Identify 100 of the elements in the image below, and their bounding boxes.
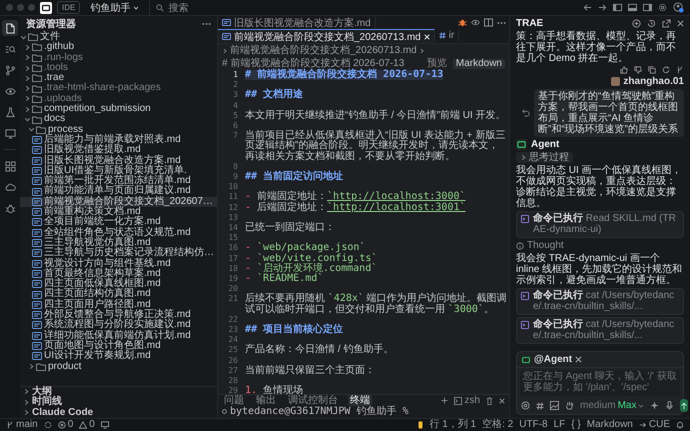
model-selector[interactable]: medium Max (580, 400, 644, 411)
folder-item[interactable]: docs (20, 114, 217, 125)
shell-selector[interactable]: zsh (454, 395, 480, 406)
status-item[interactable]: 行 1，列 1 (429, 419, 476, 431)
line-number: 21 (227, 294, 239, 306)
right-panel-icon[interactable] (643, 3, 652, 12)
split-editor-icon[interactable] (484, 18, 493, 27)
monitor-icon[interactable] (100, 421, 109, 429)
copy-icon[interactable] (648, 66, 656, 74)
thumbs-up-icon[interactable] (620, 66, 628, 74)
document-icon (32, 239, 42, 248)
sparkle-icon[interactable] (650, 401, 660, 410)
file-item[interactable]: 系统流程图与分阶段实施建议.md (20, 320, 217, 331)
file-item[interactable]: 前端功能清单与页面归属建议.md (20, 186, 217, 197)
file-item[interactable]: 全站组件角色与状态语义规范.md (20, 228, 217, 238)
agent-mention[interactable]: @Agent (534, 354, 572, 365)
undo-icon[interactable] (522, 109, 530, 117)
bottom-panel-icon[interactable] (628, 3, 637, 12)
document-icon (32, 198, 42, 206)
file-item[interactable]: 三主导航与历史档案记录流程结构仿… (20, 248, 217, 259)
search-field[interactable]: 搜索 (149, 0, 416, 14)
language-button[interactable]: Markdown (452, 58, 505, 68)
back-arrow-icon[interactable] (583, 3, 592, 12)
file-item[interactable]: UI设计开发节奏规划.md (20, 351, 217, 362)
section-header[interactable]: Claude Code (20, 408, 217, 418)
more-icon[interactable] (497, 20, 506, 24)
external-link-icon[interactable] (662, 19, 671, 28)
bug-icon[interactable] (458, 18, 467, 27)
section-header[interactable]: 大纲 (20, 386, 217, 397)
file-item[interactable]: 详细功能低保真前端仿真计划.md (20, 330, 217, 341)
command-card[interactable]: 命令已执行 Read SKILL.md (TRAE-dynamic-ui) (516, 211, 684, 238)
hash-icon[interactable] (536, 402, 544, 410)
trash-icon[interactable] (486, 396, 493, 404)
panel-title: TRAE (516, 18, 544, 29)
status-item[interactable]: { } (571, 419, 581, 431)
warning-count[interactable]: 0 (79, 419, 95, 431)
error-count[interactable]: 0 (58, 419, 74, 431)
left-panel-icon[interactable] (613, 3, 622, 12)
editor-tab[interactable]: 前端视觉融合阶段交接文档_20260713.md (218, 29, 435, 43)
link[interactable]: `http://localhost:3000` (327, 191, 466, 202)
panel-tab[interactable]: 调试控制台 (286, 395, 340, 406)
info-icon (516, 242, 524, 250)
send-button[interactable] (680, 399, 688, 412)
breadcrumb-item[interactable]: # 前端视觉融合阶段交接文档 2026-07-13 (222, 58, 404, 69)
panel-tab[interactable]: 终端 (348, 395, 372, 406)
close-icon[interactable] (677, 20, 684, 27)
folder-item[interactable]: .uploads (20, 94, 217, 104)
folder-item[interactable]: 文件 (20, 32, 217, 42)
command-card[interactable]: 命令已执行 cat /Users/bytedance/.trae-cn/builtin_skills/... (516, 317, 684, 344)
server-status[interactable]: CUE (638, 419, 670, 431)
folder-item[interactable]: .tools (20, 62, 217, 74)
folder-item[interactable]: process (20, 124, 217, 135)
status-item[interactable]: LF (554, 419, 566, 431)
branch-status[interactable]: main (6, 419, 38, 431)
breadcrumb-item[interactable]: 前端视觉融合阶段交接文档_20260713.md (230, 45, 417, 56)
folder-item[interactable]: .trae-html-share-packages (20, 83, 217, 94)
forward-arrow-icon[interactable] (598, 3, 607, 12)
preview-button[interactable]: 预览 (424, 58, 450, 68)
file-item[interactable]: 全项目前端统一化方案.md (20, 217, 217, 228)
link[interactable]: `http://localhost:3001` (327, 202, 466, 213)
plus-icon[interactable] (441, 397, 448, 404)
eye-icon[interactable] (471, 18, 480, 27)
folder-item[interactable]: .github (20, 42, 217, 53)
file-item[interactable]: 旧版长图视觉融合改造方案.md (20, 156, 217, 166)
chat-input[interactable]: 您正在与 Agent 聊天，输入 '/' 获取更多能力，如 '/plan'、'/spec' (520, 370, 680, 396)
status-item[interactable]: Markdown (586, 419, 633, 431)
at-sign-icon[interactable] (521, 401, 530, 410)
editor-tab[interactable]: ir (434, 29, 460, 42)
file-item[interactable]: 视觉设计方向与组件基线.md (20, 258, 217, 269)
folder-item[interactable]: .trae (20, 73, 217, 84)
branch-icon[interactable] (676, 66, 684, 74)
new-chat-icon[interactable] (632, 19, 641, 28)
line-number: 3 (232, 90, 239, 101)
settings-icon[interactable] (658, 3, 667, 12)
history-icon[interactable] (647, 19, 656, 28)
bell-icon[interactable] (676, 421, 684, 429)
microphone-icon[interactable] (665, 401, 674, 410)
file-item[interactable]: 四主页面结构仿真图.md (20, 289, 217, 300)
folder-item[interactable]: product (20, 362, 217, 372)
thinking-toggle[interactable]: 思考过程 (516, 152, 573, 163)
status-item[interactable]: UTF-8 (519, 419, 548, 431)
more-icon[interactable] (202, 22, 211, 26)
project-dropdown[interactable]: 钓鱼助手 (85, 0, 144, 14)
file-item[interactable]: 旧版视觉借鉴提取.md (20, 145, 217, 156)
refresh-icon[interactable] (662, 66, 670, 74)
panel-tab[interactable]: 输出 (254, 395, 278, 406)
document-icon (32, 352, 42, 360)
account-icon[interactable] (673, 2, 684, 13)
files-icon[interactable] (2, 20, 18, 36)
folder-item[interactable]: .run-logs (20, 52, 217, 63)
image-icon[interactable] (550, 401, 559, 410)
thumbs-down-icon[interactable] (634, 66, 642, 74)
status-item[interactable]: 空格: 2 (482, 419, 514, 431)
sync-icon[interactable] (44, 421, 52, 429)
hand-icon[interactable] (565, 401, 574, 410)
command-card[interactable]: 命令已执行 cat /Users/bytedance/.trae-cn/builtin_skills/... (516, 288, 684, 315)
cross-icon[interactable] (575, 356, 582, 363)
panel-tab[interactable]: 问题 (222, 395, 246, 406)
folder-item[interactable]: competition_submission (20, 104, 217, 114)
section-header[interactable]: 时间线 (20, 397, 217, 408)
